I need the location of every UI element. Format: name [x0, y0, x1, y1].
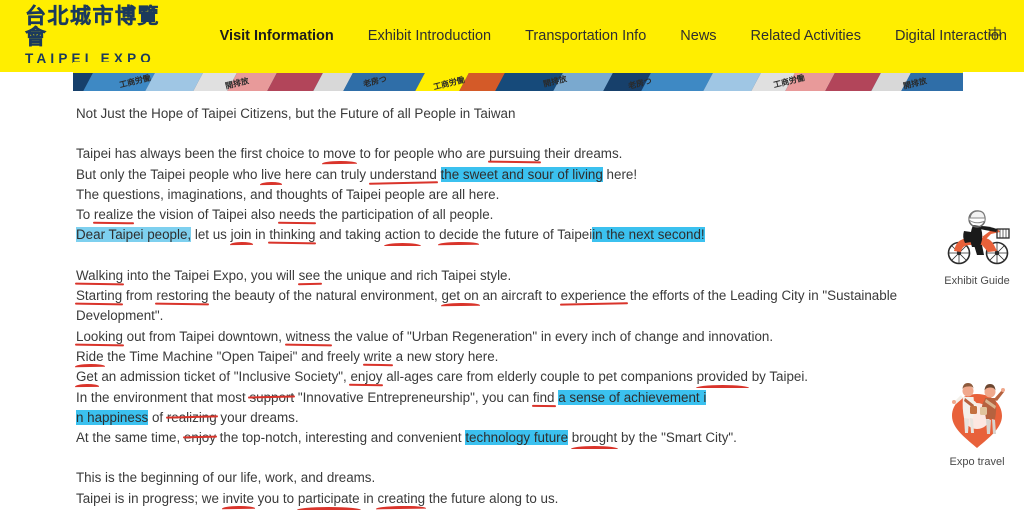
annot-write: write — [363, 348, 392, 364]
nav-item-visit-information[interactable]: Visit Information — [203, 28, 351, 44]
annot-realizing-strikethrough: realizing — [166, 409, 217, 425]
para2-line6: In the environment that most support "In… — [76, 389, 707, 405]
scooter-rider-icon — [947, 210, 1010, 265]
para1-line2: But only the Taipei people who live here… — [76, 166, 638, 182]
paragraph-spacer-1 — [76, 124, 946, 144]
para3-line1: This is the beginning of our life, work,… — [76, 470, 376, 486]
annot-needs: needs — [278, 207, 316, 223]
nav-item-transportation-info[interactable]: Transportation Info — [508, 28, 663, 44]
site-logo[interactable]: 台北城市博覽會 TAIPEI EXPO — [25, 6, 177, 66]
annot-walking: Walking — [76, 267, 124, 283]
logo-chinese-text: 台北城市博覽會 — [25, 4, 160, 50]
annot-see: see — [298, 267, 321, 283]
side-widget-label-expo-travel: Expo travel — [949, 456, 1005, 468]
annot-looking: Looking — [76, 328, 123, 344]
annot-enjoy: enjoy — [350, 369, 383, 385]
annot-restoring: restoring — [156, 288, 209, 304]
para3-line2: Taipei is in progress; we invite you to … — [76, 490, 559, 506]
nav-item-related-activities[interactable]: Related Activities — [734, 28, 878, 44]
annot-ride: Ride — [76, 348, 104, 364]
highlight-in-happiness: n happiness — [76, 409, 149, 425]
annot-participate: participate — [297, 490, 360, 506]
annot-brought: brought — [571, 430, 618, 446]
annot-live: live — [261, 166, 282, 182]
annot-experience: experience — [560, 288, 627, 304]
annot-find: find — [532, 389, 555, 405]
para2-line3: Looking out from Taipei downtown, witnes… — [76, 328, 774, 344]
para2-line2: Starting from restoring the beauty of th… — [76, 288, 898, 324]
paragraph-spacer-3 — [76, 448, 946, 468]
article-body: Not Just the Hope of Taipei Citizens, bu… — [76, 104, 946, 509]
annot-get: Get — [76, 369, 98, 385]
para1-line4: To realize the vision of Taipei also nee… — [76, 207, 494, 223]
annot-enjoy-2: enjoy — [183, 430, 216, 446]
annot-realize: realize — [93, 207, 134, 223]
annot-decide: decide — [439, 227, 479, 243]
para2-line5: Get an admission ticket of "Inclusive So… — [76, 369, 809, 385]
annot-action: action — [384, 227, 421, 243]
para2-line7: n happiness of realizing your dreams. — [76, 409, 299, 425]
side-widget-expo-travel[interactable]: Expo travel — [940, 378, 1014, 468]
article-lead: Not Just the Hope of Taipei Citizens, bu… — [76, 106, 516, 121]
map-pin-travelers-icon — [952, 383, 1005, 448]
annot-invite: invite — [222, 490, 254, 506]
para2-line1: Walking into the Taipei Expo, you will s… — [76, 267, 512, 283]
para1-line3: The questions, imaginations, and thought… — [76, 186, 500, 202]
annot-understand: understand — [369, 166, 437, 182]
para1-line1: Taipei has always been the first choice … — [76, 146, 623, 162]
annot-support-strikethrough: support — [249, 389, 295, 405]
annot-creating: creating — [377, 490, 426, 506]
annot-thinking: thinking — [269, 227, 316, 243]
banner-top-mask — [73, 62, 963, 73]
paragraph-spacer-2 — [76, 246, 946, 266]
language-toggle-button[interactable]: 中 — [988, 24, 1002, 44]
nav-item-exhibit-introduction[interactable]: Exhibit Introduction — [351, 28, 508, 44]
annot-move: move — [323, 146, 356, 162]
annot-starting: Starting — [76, 288, 123, 304]
nav-links: Visit Information Exhibit Introduction T… — [203, 28, 1024, 44]
highlight-technology-future: technology future — [465, 430, 569, 446]
para1-line5: Dear Taipei people, let us join in think… — [76, 227, 705, 243]
nav-item-digital-interaction[interactable]: Digital Interaction — [878, 28, 1024, 44]
highlight-sense-of-achievement: a sense of achievement i — [558, 389, 707, 405]
annot-join: join — [230, 227, 252, 243]
annot-provided: provided — [696, 369, 748, 385]
side-widget-label-exhibit-guide: Exhibit Guide — [944, 275, 1010, 287]
annot-get-on: get on — [441, 288, 479, 304]
para2-line8: At the same time, enjoy the top-notch, i… — [76, 430, 737, 446]
para2-line4: Ride the Time Machine "Open Taipei" and … — [76, 348, 499, 364]
highlight-sweet-and-sour: the sweet and sour of living — [440, 166, 603, 182]
annot-pursuing: pursuing — [489, 146, 541, 162]
nav-item-news[interactable]: News — [663, 28, 733, 44]
annot-witness: witness — [285, 328, 331, 344]
highlight-next-second: in the next second! — [592, 227, 705, 243]
highlight-dear-taipei-people: Dear Taipei people, — [76, 227, 192, 243]
side-widget-exhibit-guide[interactable]: Exhibit Guide — [940, 207, 1014, 287]
